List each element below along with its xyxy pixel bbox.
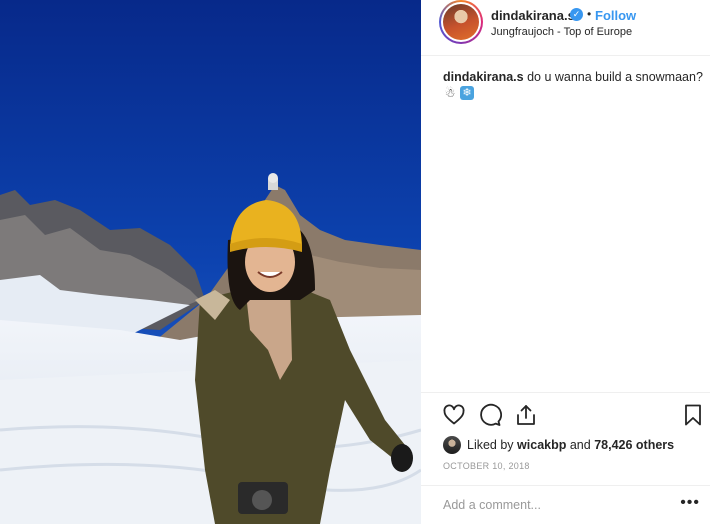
post-date[interactable]: OCTOBER 10, 2018	[443, 461, 530, 471]
snowman-emoji: ☃	[444, 86, 456, 100]
caption-username[interactable]: dindakirana.s	[443, 70, 524, 84]
comment-bar: •••	[421, 485, 710, 524]
avatar[interactable]	[439, 0, 483, 44]
caption-emojis: ☃ ❄	[443, 86, 474, 100]
avatar-frame	[441, 2, 481, 42]
photo-scene	[0, 0, 421, 524]
more-options-icon[interactable]: •••	[680, 495, 700, 511]
comment-input[interactable]	[443, 496, 663, 514]
snowflake-emoji: ❄	[460, 86, 474, 100]
bookmark-icon[interactable]	[681, 403, 705, 427]
caption-text: do u wanna build a snowmaan?	[527, 70, 703, 84]
liked-by-label: Liked by	[467, 438, 514, 452]
location-link[interactable]: Jungfraujoch - Top of Europe	[491, 26, 632, 38]
likes-summary: Liked by wicakbp and 78,426 others	[443, 436, 674, 454]
post-actions: Liked by wicakbp and 78,426 others OCTOB…	[421, 392, 710, 524]
follow-button[interactable]: Follow	[595, 8, 636, 23]
verified-badge-icon: ✓	[570, 8, 583, 21]
post-caption: dindakirana.s do u wanna build a snowmaa…	[443, 69, 703, 86]
likes-others-link[interactable]: 78,426 others	[594, 438, 674, 452]
liker-avatar[interactable]	[443, 436, 461, 454]
post-header: dindakirana.s ✓ • Follow Jungfraujoch - …	[421, 0, 710, 56]
post-photo[interactable]	[0, 0, 421, 524]
comment-icon[interactable]	[478, 403, 502, 427]
username-link[interactable]: dindakirana.s	[491, 8, 575, 23]
share-icon[interactable]	[514, 403, 538, 427]
likes-and-label: and	[569, 438, 591, 452]
likes-text: Liked by wicakbp and 78,426 others	[467, 438, 674, 452]
liked-by-user-link[interactable]: wicakbp	[517, 438, 566, 452]
heart-icon[interactable]	[442, 403, 466, 427]
post-panel: dindakirana.s ✓ • Follow Jungfraujoch - …	[421, 0, 710, 524]
separator-dot: •	[587, 7, 592, 21]
avatar-image	[443, 4, 479, 40]
